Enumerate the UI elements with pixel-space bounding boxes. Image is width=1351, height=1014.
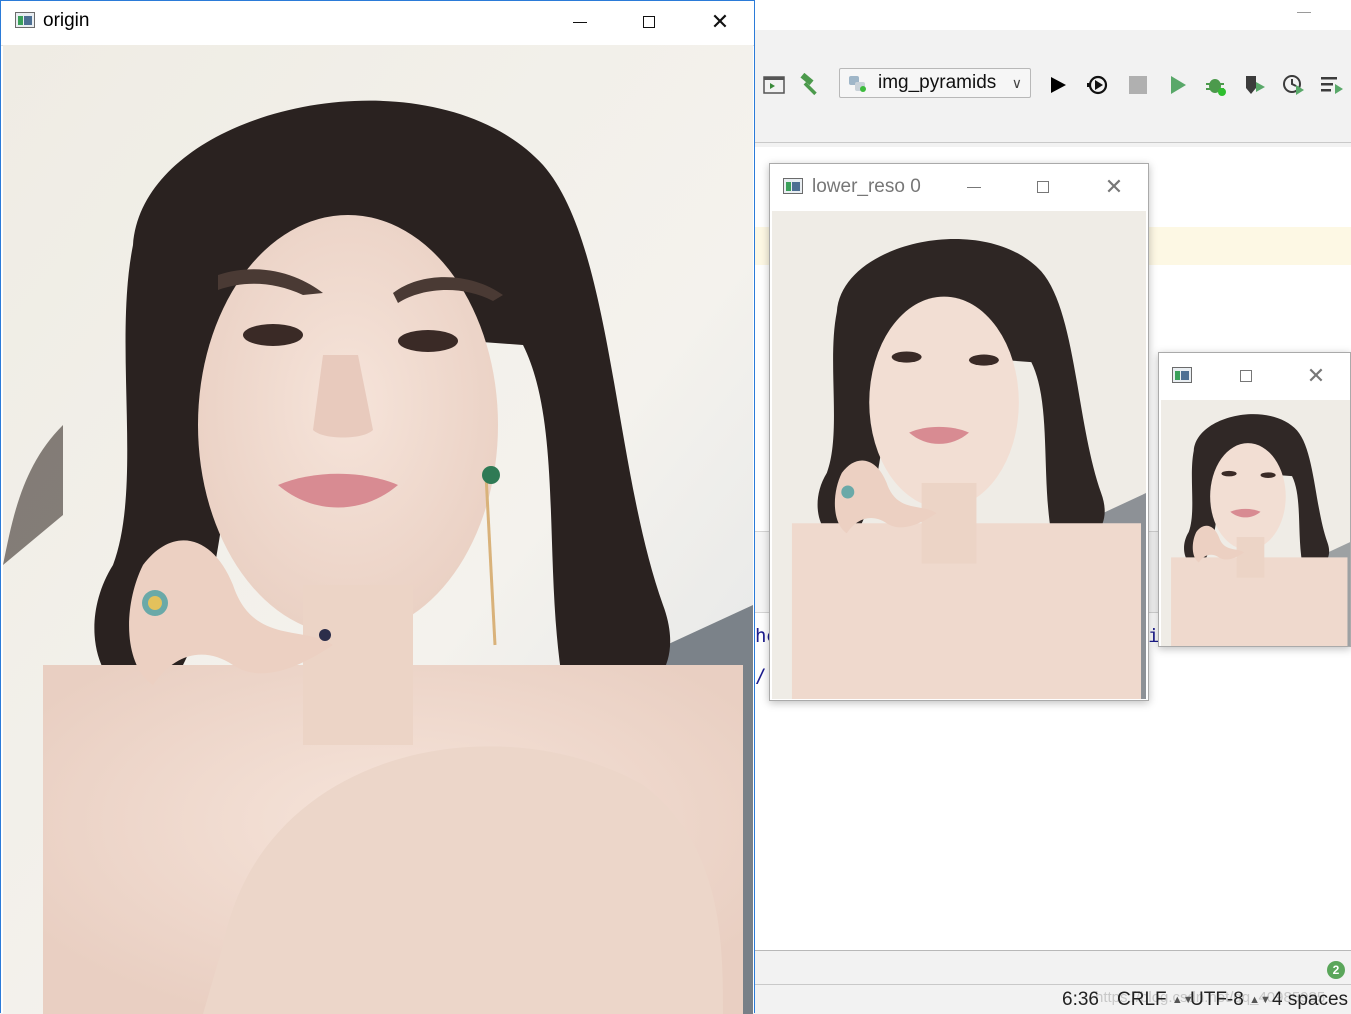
opencv-window-icon bbox=[783, 178, 803, 194]
window-title: origin bbox=[43, 10, 90, 31]
run-icon[interactable] bbox=[1045, 72, 1071, 98]
bug-icon[interactable] bbox=[1203, 72, 1229, 98]
maximize-button[interactable] bbox=[626, 5, 672, 39]
opencv-window-icon bbox=[1172, 367, 1192, 383]
maximize-button[interactable] bbox=[1223, 359, 1269, 393]
lower-reso-1-image bbox=[1161, 400, 1350, 646]
lower-reso-0-window: lower_reso 0 ✕ bbox=[769, 163, 1149, 701]
ide-toolbar: img_pyramids ∨ bbox=[755, 60, 1351, 108]
build-hammer-icon[interactable] bbox=[797, 72, 823, 98]
close-button[interactable]: ✕ bbox=[1293, 359, 1339, 393]
event-log-badge[interactable]: 2 bbox=[1327, 961, 1345, 979]
run-list-icon[interactable] bbox=[1319, 72, 1345, 98]
tool-window-bar: 2 bbox=[755, 950, 1351, 985]
chevron-down-icon: ∨ bbox=[1011, 75, 1022, 91]
layout-icon[interactable] bbox=[761, 72, 787, 98]
close-button[interactable]: ✕ bbox=[697, 5, 743, 39]
ide-titlebar bbox=[755, 0, 1351, 30]
portrait-image bbox=[3, 45, 753, 1014]
indent-settings[interactable]: 4 spaces bbox=[1272, 989, 1348, 1011]
opencv-window-icon bbox=[15, 12, 35, 28]
updown-icon: ▲▼ bbox=[1249, 993, 1271, 1006]
close-button[interactable]: ✕ bbox=[1091, 170, 1137, 204]
run-configuration-label: img_pyramids bbox=[878, 72, 997, 93]
window-titlebar[interactable]: lower_reso 0 ✕ bbox=[770, 164, 1148, 211]
profile-icon[interactable] bbox=[1281, 72, 1307, 98]
file-encoding-label: UTF-8 bbox=[1190, 989, 1244, 1010]
file-encoding[interactable]: UTF-8 ▲▼ bbox=[1190, 989, 1271, 1011]
line-separator[interactable]: CRLF ▲▼ bbox=[1117, 989, 1194, 1011]
status-bar: https://blog.csdn.net/qq_40985985 6:36 C… bbox=[755, 984, 1351, 1014]
lower-reso-1-window: ✕ bbox=[1158, 352, 1351, 647]
window-titlebar[interactable]: origin ✕ bbox=[1, 1, 754, 46]
origin-window: origin ✕ bbox=[0, 0, 755, 1014]
stop-icon[interactable] bbox=[1125, 72, 1151, 98]
portrait-image bbox=[1161, 400, 1350, 646]
portrait-image bbox=[772, 211, 1146, 699]
ide-minimize-button[interactable] bbox=[1297, 12, 1311, 13]
line-separator-label: CRLF bbox=[1117, 989, 1167, 1010]
debug-icon[interactable] bbox=[1085, 72, 1111, 98]
minimize-button[interactable] bbox=[557, 5, 603, 39]
python-icon bbox=[848, 74, 868, 92]
navigation-bar bbox=[755, 108, 1351, 143]
run-green-icon[interactable] bbox=[1165, 72, 1191, 98]
origin-image bbox=[3, 45, 753, 1014]
minimize-button[interactable] bbox=[951, 170, 997, 204]
coverage-icon[interactable] bbox=[1242, 72, 1268, 98]
window-title: lower_reso 0 bbox=[812, 176, 921, 197]
caret-position[interactable]: 6:36 bbox=[1062, 989, 1099, 1011]
maximize-button[interactable] bbox=[1020, 170, 1066, 204]
run-configuration-selector[interactable]: img_pyramids ∨ bbox=[839, 68, 1031, 98]
window-titlebar[interactable]: ✕ bbox=[1159, 353, 1350, 400]
lower-reso-0-image bbox=[772, 211, 1146, 699]
